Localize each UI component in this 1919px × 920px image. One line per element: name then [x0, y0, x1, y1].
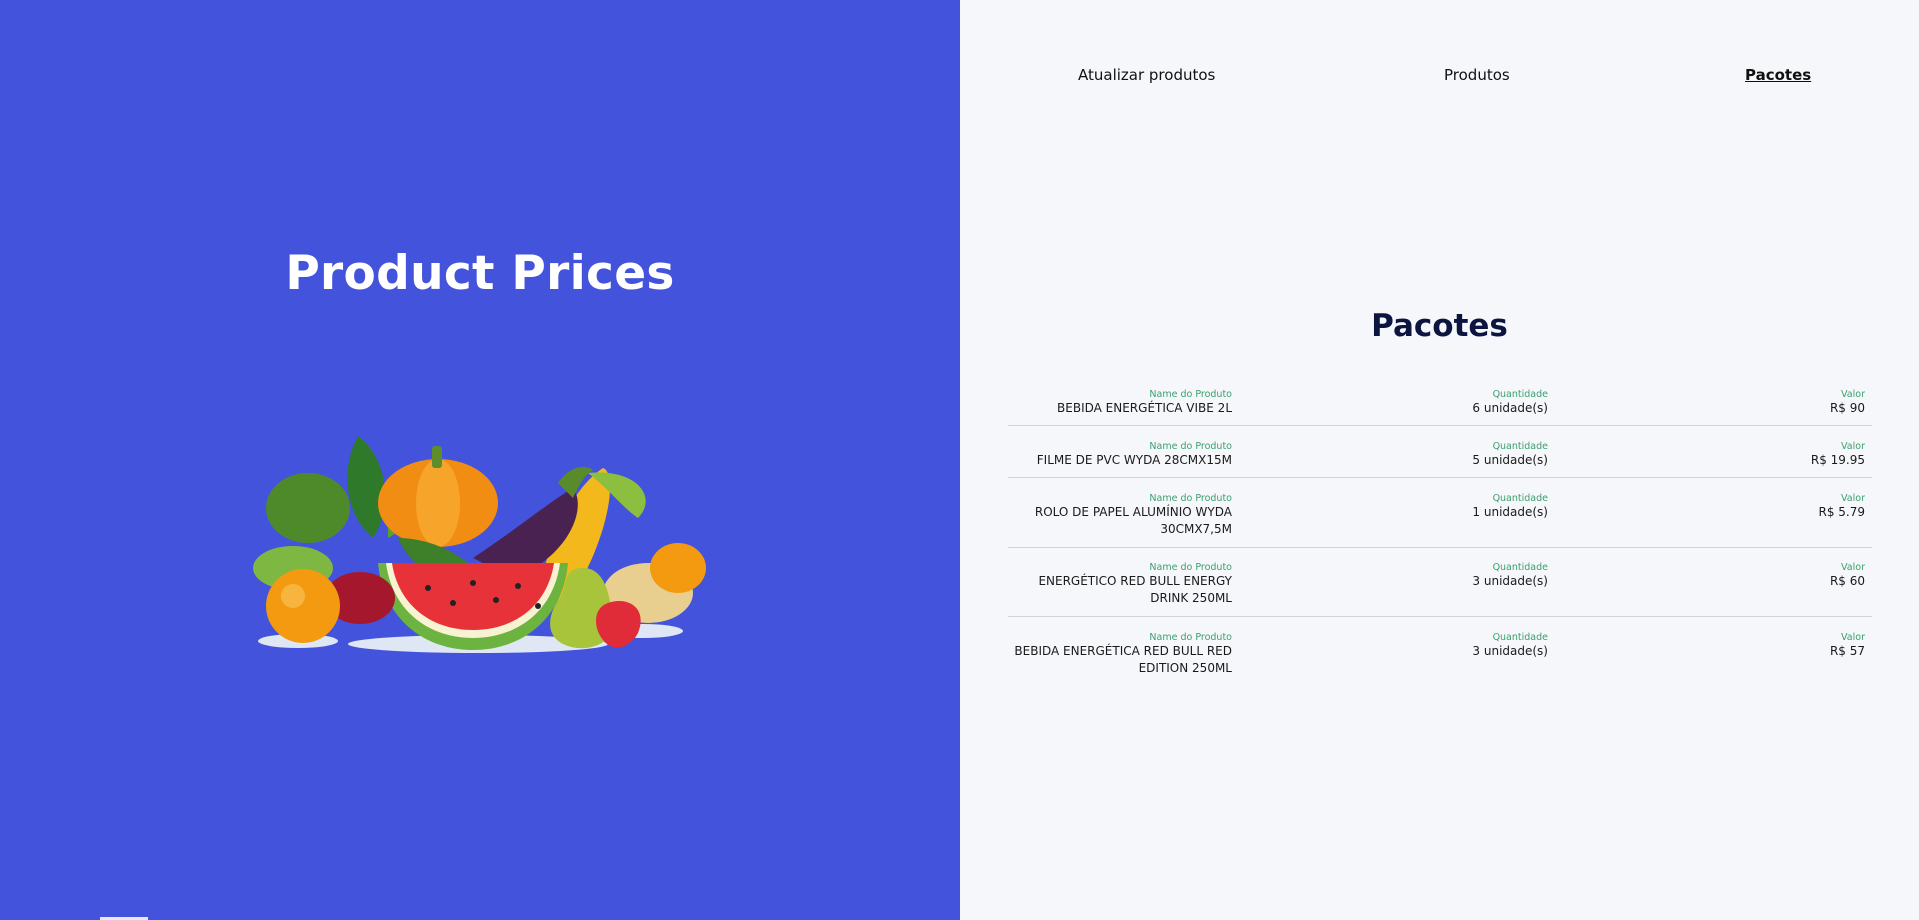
quantity-label: Quantidade [1492, 562, 1548, 573]
value-label: Valor [1841, 562, 1865, 573]
product-value: R$ 57 [1829, 644, 1865, 658]
product-quantity: 6 unidade(s) [1472, 401, 1548, 415]
brand-title: Product Prices [285, 246, 675, 301]
product-value: R$ 19.95 [1810, 453, 1865, 467]
value-label: Valor [1841, 441, 1865, 452]
quantity-label: Quantidade [1492, 493, 1548, 504]
value-label: Valor [1841, 493, 1865, 504]
package-list: Name do Produto BEBIDA ENERGÉTICA VIBE 2L… [1008, 385, 1872, 687]
value-label: Valor [1841, 632, 1865, 643]
list-item: Name do Produto FILME DE PVC WYDA 28CMX15… [1008, 426, 1872, 478]
quantity-label: Quantidade [1492, 389, 1548, 400]
product-name: FILME DE PVC WYDA 28CMX15M [1036, 453, 1232, 467]
name-label: Name do Produto [1149, 562, 1232, 573]
section-title: Pacotes [1371, 308, 1508, 344]
brand-panel: Product Prices [0, 0, 960, 920]
list-item: Name do Produto BEBIDA ENERGÉTICA RED BUL… [1008, 617, 1872, 687]
product-value: R$ 60 [1829, 574, 1865, 588]
product-quantity: 5 unidade(s) [1472, 453, 1548, 467]
product-name: BEBIDA ENERGÉTICA VIBE 2L [1057, 401, 1232, 415]
product-value: R$ 5.79 [1818, 505, 1865, 519]
name-label: Name do Produto [1149, 493, 1232, 504]
list-item: Name do Produto BEBIDA ENERGÉTICA VIBE 2L… [1008, 385, 1872, 426]
product-quantity: 1 unidade(s) [1472, 505, 1548, 519]
product-name: ROLO DE PAPEL ALUMÍNIO WYDA 30CMX7,5M [1034, 505, 1232, 536]
name-label: Name do Produto [1149, 389, 1232, 400]
fruits-vegetables-illustration [253, 436, 706, 653]
nav-produtos[interactable]: Produtos [1444, 66, 1510, 84]
name-label: Name do Produto [1149, 632, 1232, 643]
product-quantity: 3 unidade(s) [1472, 574, 1548, 588]
product-name: BEBIDA ENERGÉTICA RED BULL RED EDITION 2… [1014, 644, 1232, 675]
product-quantity: 3 unidade(s) [1472, 644, 1548, 658]
quantity-label: Quantidade [1492, 632, 1548, 643]
list-item: Name do Produto ROLO DE PAPEL ALUMÍNIO WY… [1008, 478, 1872, 548]
list-item: Name do Produto ENERGÉTICO RED BULL ENERG… [1008, 548, 1872, 617]
nav-pacotes[interactable]: Pacotes [1745, 66, 1811, 84]
nav-atualizar-produtos[interactable]: Atualizar produtos [1078, 66, 1215, 84]
value-label: Valor [1841, 389, 1865, 400]
product-value: R$ 90 [1829, 401, 1865, 415]
product-name: ENERGÉTICO RED BULL ENERGY DRINK 250ML [1038, 574, 1232, 605]
name-label: Name do Produto [1149, 441, 1232, 452]
quantity-label: Quantidade [1492, 441, 1548, 452]
content-panel: Atualizar produtos Produtos Pacotes Paco… [960, 0, 1919, 920]
